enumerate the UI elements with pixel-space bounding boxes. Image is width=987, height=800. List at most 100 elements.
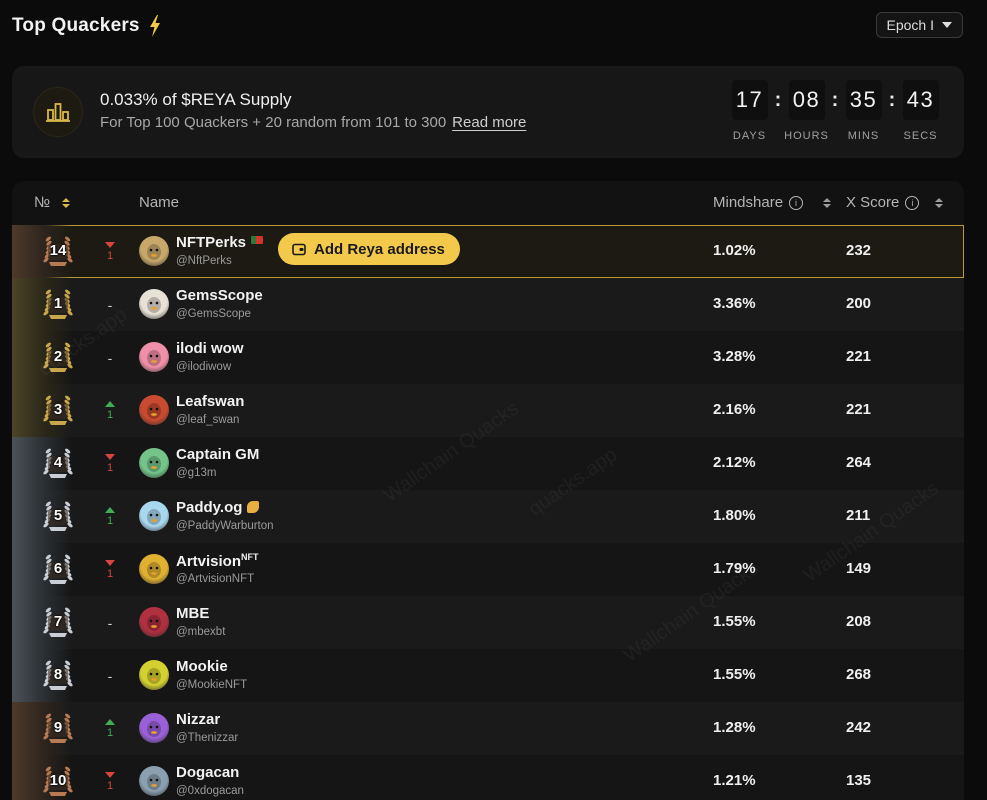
rank-header-label: №: [34, 194, 51, 211]
rank-cell: 7: [12, 596, 73, 649]
avatar[interactable]: [139, 448, 169, 478]
page-title: Top Quackers: [12, 15, 140, 36]
arrow-down-icon: [105, 453, 115, 460]
avatar[interactable]: [139, 713, 169, 743]
rank-number: 14: [49, 242, 67, 259]
countdown-days: 17 DAYS: [722, 80, 777, 142]
supply-title: 0.033% of $REYA Supply: [100, 90, 292, 109]
rank-change: 1: [102, 755, 118, 800]
mindshare-value: 1.80%: [713, 507, 756, 524]
epoch-dropdown[interactable]: Epoch I: [875, 12, 963, 38]
rank-change: -: [102, 331, 118, 384]
avatar[interactable]: [139, 607, 169, 637]
rank-cell: 10: [12, 755, 73, 800]
table-row[interactable]: 2 - ilodi wow @ilodiwow 3.28% 221: [12, 331, 964, 384]
rank-cell: 3: [12, 384, 73, 437]
info-icon[interactable]: i: [789, 195, 804, 210]
user-name[interactable]: MBE: [176, 605, 209, 622]
table-row[interactable]: 6 1 ArtvisionNFT @ArtvisionNFT 1.79% 149: [12, 543, 964, 596]
mindshare-value: 3.28%: [713, 348, 756, 365]
rank-change: -: [102, 596, 118, 649]
user-name[interactable]: ArtvisionNFT: [176, 552, 259, 570]
avatar[interactable]: [139, 289, 169, 319]
mindshare-value: 3.36%: [713, 295, 756, 312]
avatar[interactable]: [139, 236, 169, 266]
chart-bar-icon: [33, 87, 83, 137]
table-row[interactable]: 7 - MBE @mbexbt 1.55% 208: [12, 596, 964, 649]
leaderboard-table: № Name Mindshare i X Score i 14 1 NFTPerks…: [12, 181, 964, 800]
user-name-text: GemsScope: [176, 287, 263, 304]
rank-change: 1: [102, 543, 118, 596]
mindshare-value: 1.28%: [713, 719, 756, 736]
xscore-value: 221: [846, 401, 872, 418]
user-name[interactable]: NFTPerks: [176, 234, 264, 251]
avatar[interactable]: [139, 766, 169, 796]
rank-number: 6: [53, 560, 63, 577]
rank-cell: 8: [12, 649, 73, 702]
flag-icon: [251, 236, 264, 244]
table-row[interactable]: 14 1 NFTPerks @NftPerks Add Reya address 1.02…: [12, 225, 964, 278]
avatar[interactable]: [139, 501, 169, 531]
user-name-suffix: NFT: [241, 552, 259, 562]
user-name[interactable]: GemsScope: [176, 287, 263, 304]
avatar[interactable]: [139, 342, 169, 372]
user-name-text: Leafswan: [176, 393, 245, 410]
user-handle: @mbexbt: [176, 626, 226, 638]
countdown-label: HOURS: [784, 130, 829, 142]
table-row[interactable]: 8 - Mookie @MookieNFT 1.55% 268: [12, 649, 964, 702]
countdown-secs: 43 SECS: [893, 80, 948, 142]
read-more-link[interactable]: Read more: [452, 114, 526, 131]
avatar[interactable]: [139, 554, 169, 584]
rank-cell: 1: [12, 278, 73, 331]
mindshare-column-header[interactable]: Mindshare i: [713, 194, 832, 211]
user-name[interactable]: Dogacan: [176, 764, 239, 781]
table-row[interactable]: 5 1 Paddy.og @PaddyWarburton 1.80% 211: [12, 490, 964, 543]
rank-change-value: -: [107, 349, 113, 366]
avatar-image: [147, 456, 161, 472]
add-reya-address-button[interactable]: Add Reya address: [278, 233, 460, 265]
avatar[interactable]: [139, 660, 169, 690]
user-name[interactable]: Mookie: [176, 658, 228, 675]
chevron-down-icon: [942, 22, 952, 28]
avatar[interactable]: [139, 395, 169, 425]
rank-column-header[interactable]: №: [34, 194, 71, 211]
table-row[interactable]: 3 1 Leafswan @leaf_swan 2.16% 221: [12, 384, 964, 437]
rank-change-value: 1: [106, 461, 114, 474]
rank-cell: 9: [12, 702, 73, 755]
user-name[interactable]: Leafswan: [176, 393, 244, 410]
countdown-value: 35: [845, 80, 882, 120]
user-name-text: Nizzar: [176, 711, 221, 728]
xscore-value: 149: [846, 560, 872, 577]
table-row[interactable]: 1 - GemsScope @GemsScope 3.36% 200: [12, 278, 964, 331]
user-handle: @g13m: [176, 467, 217, 479]
xscore-value: 221: [846, 348, 872, 365]
xscore-header-label: X Score: [846, 194, 900, 211]
user-name[interactable]: Nizzar: [176, 711, 220, 728]
rank-change: 1: [102, 225, 118, 278]
info-icon[interactable]: i: [905, 195, 920, 210]
arrow-up-icon: [105, 718, 115, 725]
xscore-column-header[interactable]: X Score i: [846, 194, 944, 211]
arrow-up-icon: [105, 400, 115, 407]
rank-number: 8: [53, 666, 63, 683]
sort-icon: [62, 197, 71, 208]
mindshare-value: 2.16%: [713, 401, 756, 418]
rank-change: -: [102, 278, 118, 331]
arrow-down-icon: [105, 771, 115, 778]
arrow-down-icon: [105, 241, 115, 248]
rank-change-value: 1: [106, 249, 114, 262]
rank-change: 1: [102, 490, 118, 543]
sort-icon: [935, 197, 944, 208]
user-name[interactable]: Paddy.og: [176, 499, 260, 516]
table-row[interactable]: 9 1 Nizzar @Thenizzar 1.28% 242: [12, 702, 964, 755]
rank-number: 3: [53, 401, 63, 418]
rank-change-value: 1: [106, 726, 114, 739]
countdown-value: 08: [788, 80, 825, 120]
table-row[interactable]: 10 1 Dogacan @0xdogacan 1.21% 135: [12, 755, 964, 800]
user-name-text: MBE: [176, 605, 210, 622]
user-handle: @ilodiwow: [176, 361, 232, 373]
user-name[interactable]: Captain GM: [176, 446, 259, 463]
user-name[interactable]: ilodi wow: [176, 340, 244, 357]
table-row[interactable]: 4 1 Captain GM @g13m 2.12% 264: [12, 437, 964, 490]
xscore-value: 264: [846, 454, 872, 471]
